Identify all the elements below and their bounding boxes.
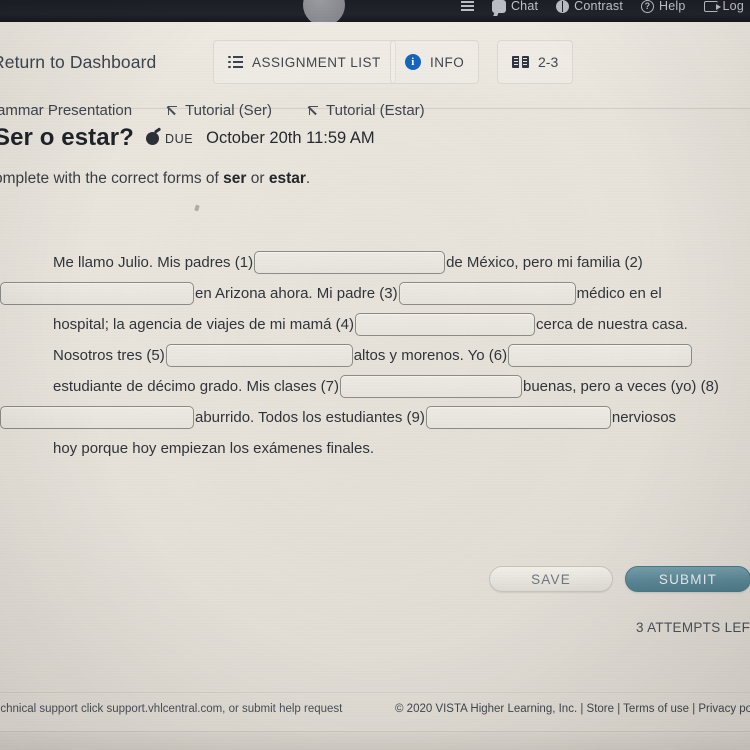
exercise-text: nerviosos — [611, 409, 677, 426]
exercise-text: aburrido. Todos los estudiantes (9) — [195, 409, 425, 426]
save-button[interactable]: SAVE — [489, 566, 613, 592]
footer-support-text[interactable]: echnical support click support.vhlcentra… — [0, 703, 342, 715]
instructions-word-ser: ser — [223, 170, 247, 187]
instructions-word-estar: estar — [268, 170, 306, 187]
exercise-body: Me llamo Julio. Mis padres (1) de México… — [0, 247, 750, 464]
answer-input-4[interactable] — [354, 313, 535, 336]
page-title: Ser o estar? — [0, 124, 134, 151]
exercise-text: Nosotros tres (5) — [53, 347, 165, 364]
instructions-text: omplete with the correct forms of ser or… — [0, 170, 310, 188]
instructions-suffix: . — [305, 170, 311, 187]
assignment-list-button[interactable]: ASSIGNMENT LIST — [213, 40, 396, 84]
page-footer: echnical support click support.vhlcentra… — [0, 692, 750, 727]
attempts-left-text: 3 ATTEMPTS LEFT — [636, 620, 750, 635]
topbar-help-button[interactable]: ? Help — [641, 0, 686, 13]
global-top-bar: Chat Contrast ? Help Log — [0, 0, 750, 22]
due-date: October 20th 11:59 AM — [206, 129, 375, 147]
open-book-icon — [512, 56, 529, 68]
answer-input-5[interactable] — [165, 344, 353, 367]
exercise-line: hoy porque hoy empiezan los exámenes fin… — [53, 433, 750, 464]
menu-bars-icon — [460, 1, 474, 11]
due-badge: DUE October 20th 11:59 AM — [145, 129, 375, 148]
submit-button[interactable]: SUBMIT — [625, 566, 750, 592]
topbar-menu-button[interactable] — [460, 1, 474, 11]
arrow-up-left-icon — [167, 105, 178, 116]
answer-input-1[interactable] — [254, 251, 446, 274]
grammar-presentation-link[interactable]: rammar Presentation — [0, 102, 132, 119]
avatar[interactable] — [303, 0, 345, 22]
exercise-text: estudiante de décimo grado. Mis clases (… — [53, 378, 339, 395]
arrow-up-left-icon — [308, 105, 319, 116]
logout-icon — [703, 0, 721, 12]
topbar-contrast-label: Contrast — [574, 0, 624, 13]
bottom-strip — [0, 732, 750, 750]
exercise-text: altos y morenos. Yo (6) — [353, 347, 508, 364]
exercise-text: cerca de nuestra casa. — [535, 316, 688, 333]
screenshot-root: Chat Contrast ? Help Log Return to Dashb… — [0, 0, 750, 750]
tutorial-estar-label: Tutorial (Estar) — [326, 101, 425, 119]
textbook-pages-label: 2-3 — [538, 54, 559, 70]
exercise-line: aburrido. Todos los estudiantes (9) nerv… — [0, 402, 750, 433]
assignment-header: Return to Dashboard ASSIGNMENT LIST i IN… — [0, 22, 750, 119]
exercise-line: en Arizona ahora. Mi padre (3) médico en… — [0, 278, 750, 309]
textbook-pages-button[interactable]: 2-3 — [497, 40, 574, 84]
exercise-text: médico en el — [576, 285, 662, 302]
bomb-icon — [145, 132, 159, 145]
exercise-text: hospital; la agencia de viajes de mi mam… — [53, 316, 354, 333]
topbar-logout-label: Log — [722, 0, 744, 13]
due-label: DUE — [164, 131, 194, 146]
answer-input-2[interactable] — [0, 282, 194, 305]
answer-input-9[interactable] — [425, 406, 611, 429]
topbar-help-label: Help — [659, 0, 686, 13]
exercise-text: buenas, pero a veces (yo) (8) — [522, 378, 719, 395]
exercise-text: Me llamo Julio. Mis padres (1) — [53, 254, 254, 271]
exercise-line: Nosotros tres (5) altos y morenos. Yo (6… — [53, 340, 750, 371]
exercise-line: hospital; la agencia de viajes de mi mam… — [53, 309, 750, 340]
answer-input-3[interactable] — [398, 282, 576, 305]
return-to-dashboard-link[interactable]: Return to Dashboard — [0, 52, 156, 73]
exercise-line: Me llamo Julio. Mis padres (1) de México… — [53, 247, 750, 278]
answer-input-6[interactable] — [508, 344, 693, 367]
title-row: Ser o estar? DUE October 20th 11:59 AM — [0, 124, 750, 152]
exercise-text: en Arizona ahora. Mi padre (3) — [195, 285, 398, 302]
info-button[interactable]: i INFO — [390, 40, 480, 84]
assignment-list-label: ASSIGNMENT LIST — [252, 54, 381, 70]
instructions-middle: or — [246, 170, 269, 187]
tutorial-estar-link[interactable]: Tutorial (Estar) — [308, 102, 425, 119]
topbar-chat-label: Chat — [510, 0, 539, 13]
topbar-contrast-button[interactable]: Contrast — [556, 0, 623, 13]
contrast-icon — [556, 0, 570, 13]
topbar-chat-button[interactable]: Chat — [491, 0, 539, 13]
grammar-presentation-label: rammar Presentation — [0, 101, 133, 119]
topbar-logout-button[interactable]: Log — [703, 0, 744, 13]
resource-links: rammar Presentation Tutorial (Ser) Tutor… — [0, 96, 750, 124]
instructions-prefix: omplete with the correct forms of — [0, 170, 224, 187]
info-circle-icon: i — [405, 54, 421, 70]
info-label: INFO — [430, 54, 465, 70]
exercise-text: hoy porque hoy empiezan los exámenes fin… — [53, 440, 375, 457]
answer-input-7[interactable] — [339, 375, 522, 398]
help-icon: ? — [641, 0, 655, 13]
chat-icon — [491, 0, 506, 13]
tutorial-ser-link[interactable]: Tutorial (Ser) — [167, 102, 272, 119]
exercise-line: estudiante de décimo grado. Mis clases (… — [53, 371, 750, 402]
footer-copyright-text[interactable]: © 2020 VISTA Higher Learning, Inc. | Sto… — [395, 703, 750, 715]
answer-input-8[interactable] — [0, 406, 194, 429]
list-icon — [228, 55, 243, 69]
tutorial-ser-label: Tutorial (Ser) — [185, 101, 273, 119]
exercise-text: de México, pero mi familia (2) — [446, 254, 643, 271]
stray-mark — [194, 204, 200, 212]
